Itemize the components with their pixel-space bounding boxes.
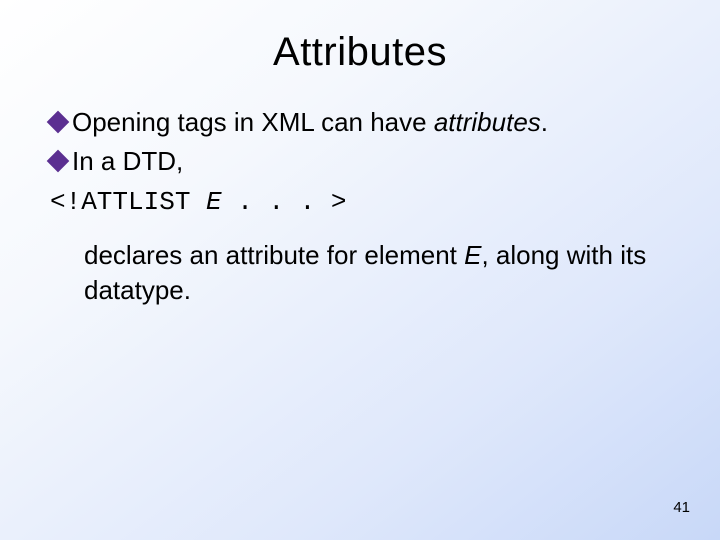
code-c: . . . >: [222, 187, 347, 217]
bullet-1-text-c: .: [541, 107, 548, 137]
sub-text: declares an attribute for element E, alo…: [50, 238, 670, 308]
sub-a: declares an attribute for element: [84, 240, 464, 270]
bullet-2-text: In a DTD,: [72, 146, 183, 176]
code-a: <!ATTLIST: [50, 187, 206, 217]
bullet-1-text-a: Opening tags in XML can have: [72, 107, 434, 137]
content-area: Opening tags in XML can have attributes.…: [0, 75, 720, 308]
diamond-icon: [47, 150, 70, 173]
code-b: E: [206, 187, 222, 217]
bullet-1-text-b: attributes: [434, 107, 541, 137]
bullet-2: In a DTD,: [50, 144, 670, 179]
sub-b: E: [464, 240, 481, 270]
slide-title: Attributes: [0, 0, 720, 75]
code-line: <!ATTLIST E . . . >: [50, 183, 670, 220]
diamond-icon: [47, 111, 70, 134]
bullet-1: Opening tags in XML can have attributes.: [50, 105, 670, 140]
slide: Attributes Opening tags in XML can have …: [0, 0, 720, 540]
page-number: 41: [673, 499, 690, 516]
